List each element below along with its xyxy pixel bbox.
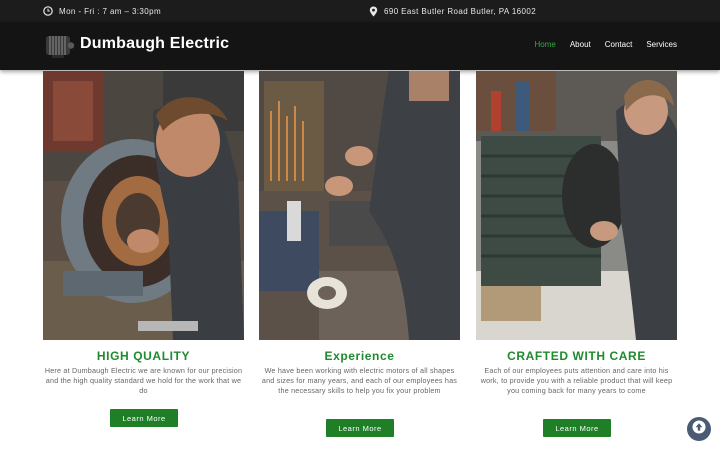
nav-services[interactable]: Services [646, 40, 677, 49]
hours-text: Mon - Fri : 7 am – 3:30pm [59, 6, 162, 16]
feature-text-quality: Here at Dumbaugh Electric we are known f… [44, 366, 243, 395]
feature-text-care: Each of our employees puts attention and… [480, 366, 673, 395]
feature-photo-quality [43, 71, 244, 340]
address-text: 690 East Butler Road Butler, PA 16002 [384, 7, 537, 16]
nav-home[interactable]: Home [534, 40, 555, 49]
business-address: 690 East Butler Road Butler, PA 16002 [369, 6, 536, 17]
main-nav: Home About Contact Services [534, 40, 677, 49]
top-info-bar: Mon - Fri : 7 am – 3:30pm 690 East Butle… [0, 0, 720, 22]
feature-photo-care [476, 71, 677, 340]
brand-name[interactable]: Dumbaugh Electric [80, 35, 229, 53]
feature-photo-experience [259, 71, 460, 340]
feature-text-experience: We have been working with electric motor… [261, 366, 458, 395]
nav-contact[interactable]: Contact [605, 40, 633, 49]
business-hours: Mon - Fri : 7 am – 3:30pm [43, 6, 161, 16]
feature-title-care: CRAFTED WITH CARE [507, 349, 646, 363]
feature-title-experience: Experience [324, 349, 395, 363]
arrow-up-icon [692, 420, 706, 439]
main-header: Dumbaugh Electric Home About Contact Ser… [0, 22, 720, 70]
feature-title-quality: HIGH QUALITY [96, 349, 191, 363]
learn-more-experience-button[interactable]: Learn More [326, 419, 394, 437]
map-pin-icon [369, 6, 378, 17]
nav-about[interactable]: About [570, 40, 591, 49]
company-logo[interactable] [44, 29, 76, 61]
clock-icon [43, 6, 53, 16]
scroll-to-top-button[interactable] [687, 417, 711, 441]
learn-more-quality-button[interactable]: Learn More [110, 409, 178, 427]
learn-more-care-button[interactable]: Learn More [543, 419, 611, 437]
